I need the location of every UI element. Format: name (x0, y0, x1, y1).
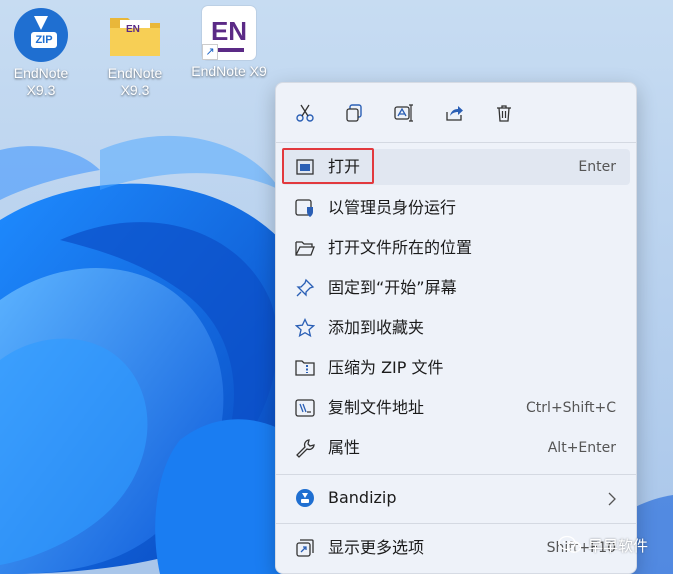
menu-item-label: 显示更多选项 (328, 538, 425, 557)
menu-separator (276, 523, 636, 524)
menu-item-shortcut: Alt+Enter (547, 440, 616, 456)
menu-separator (276, 142, 636, 143)
menu-item-label: 以管理员身份运行 (328, 198, 457, 217)
menu-item-bandizip[interactable]: Bandizip (282, 480, 630, 516)
highlight-annotation-box (282, 148, 374, 184)
delete-button[interactable] (484, 93, 524, 133)
menu-item-label: 属性 (328, 438, 361, 457)
menu-item-label: 打开文件所在的位置 (328, 238, 473, 257)
menu-item-run-as-admin[interactable]: 以管理员身份运行 (282, 190, 630, 226)
folder-icon: EN (106, 8, 164, 62)
desktop-icon-label: EndNote X9 (191, 63, 267, 79)
copy-button[interactable] (334, 93, 374, 133)
scissors-icon (296, 104, 314, 122)
menu-item-shortcut: Ctrl+Shift+C (526, 400, 616, 416)
quick-actions-bar (276, 93, 636, 135)
rename-button[interactable] (384, 93, 424, 133)
menu-item-label: 固定到“开始”屏幕 (328, 278, 457, 297)
menu-separator (276, 474, 636, 475)
trash-icon (497, 105, 511, 122)
shortcut-arrow-icon: ↗ (202, 44, 218, 60)
cut-button[interactable] (285, 93, 325, 133)
desktop-icon-label: EndNote X9.3 (13, 65, 69, 98)
copy-icon (346, 104, 362, 122)
zip-badge-text: ZIP (35, 34, 53, 46)
menu-item-label: 复制文件地址 (328, 398, 425, 417)
more-options-icon (295, 538, 315, 558)
star-icon (295, 318, 315, 338)
watermark-text: 早早软件 (588, 536, 649, 555)
wrench-icon (295, 438, 315, 458)
shield-window-icon (295, 198, 315, 218)
menu-item-properties[interactable]: 属性 Alt+Enter (282, 430, 630, 466)
folder-open-icon (295, 238, 315, 258)
rename-icon (394, 104, 413, 122)
menu-item-shortcut: Enter (578, 159, 616, 175)
menu-item-label: 压缩为 ZIP 文件 (328, 358, 444, 377)
bandizip-icon (295, 488, 315, 508)
endnote-app-icon: EN ↗ (202, 6, 256, 60)
endnote-en-text: EN (210, 16, 248, 46)
endnote-underline (214, 48, 244, 52)
desktop-icon-endnote-folder[interactable]: EN EndNote X9.3 (94, 6, 176, 99)
menu-item-open-file-location[interactable]: 打开文件所在的位置 (282, 230, 630, 266)
menu-item-pin-to-start[interactable]: 固定到“开始”屏幕 (282, 270, 630, 306)
menu-item-label: Bandizip (328, 488, 397, 507)
share-button[interactable] (434, 93, 474, 133)
watermark: 早早软件 (558, 534, 648, 556)
desktop-icon-endnote-zip[interactable]: ZIP EndNote X9.3 (0, 6, 82, 99)
desktop-icon-endnote-app[interactable]: EN ↗ EndNote X9 (188, 6, 270, 80)
folder-en-text: EN (126, 24, 140, 35)
desktop-icon-label: EndNote X9.3 (107, 65, 163, 98)
copy-path-icon (295, 398, 315, 418)
menu-item-add-to-favorites[interactable]: 添加到收藏夹 (282, 310, 630, 346)
menu-item-label: 添加到收藏夹 (328, 318, 425, 337)
chevron-right-icon (608, 491, 616, 510)
zip-folder-icon (295, 358, 315, 378)
wechat-icon (558, 535, 582, 553)
share-icon (446, 106, 463, 121)
zip-archive-icon: ZIP (14, 8, 68, 62)
menu-item-copy-as-path[interactable]: 复制文件地址 Ctrl+Shift+C (282, 390, 630, 426)
pin-icon (295, 278, 315, 298)
menu-item-compress-zip[interactable]: 压缩为 ZIP 文件 (282, 350, 630, 386)
